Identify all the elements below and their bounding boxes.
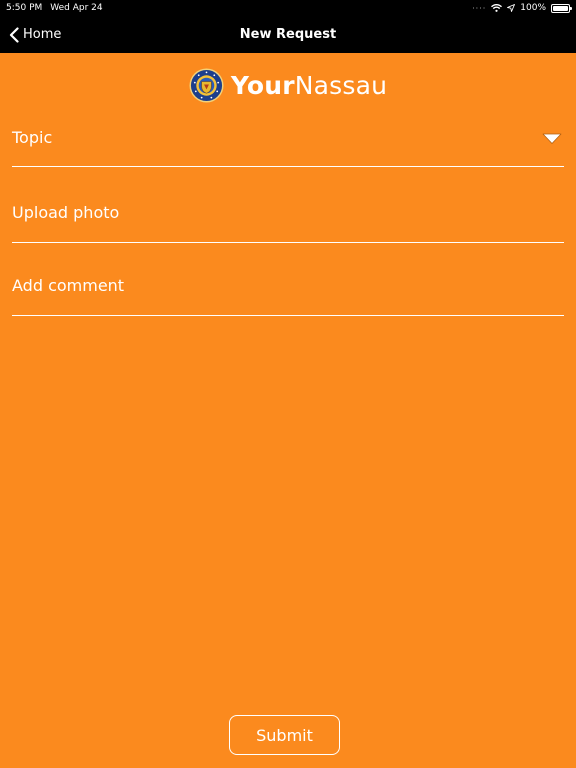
location-arrow-icon <box>507 4 516 12</box>
topic-placeholder: Topic <box>12 128 53 147</box>
logo-text-strong: Your <box>230 70 295 100</box>
logo-text-light: Nassau <box>294 70 388 100</box>
form-area: YourNassau Topic Upload photo Add commen… <box>0 53 576 768</box>
status-date: Wed Apr 24 <box>50 3 103 13</box>
wifi-icon <box>491 4 503 12</box>
upload-photo-placeholder: Upload photo <box>12 203 120 222</box>
app-logo-text: YourNassau <box>231 71 387 100</box>
status-bar: 5:50 PM Wed Apr 24 ···· 100% <box>0 0 576 16</box>
battery-icon <box>551 3 572 13</box>
battery-percent: 100% <box>520 3 546 13</box>
status-time: 5:50 PM <box>6 3 43 13</box>
signal-dots-icon: ···· <box>472 3 487 13</box>
upload-photo-field[interactable]: Upload photo <box>12 200 564 243</box>
nav-bar: Home New Request <box>0 16 576 53</box>
chevron-left-icon <box>9 26 19 43</box>
comment-field[interactable]: Add comment <box>12 275 564 316</box>
comment-placeholder: Add comment <box>12 276 125 295</box>
back-button-label: Home <box>23 27 62 42</box>
page-title: New Request <box>239 27 337 42</box>
county-seal-icon <box>189 67 224 103</box>
back-button[interactable]: Home <box>9 16 61 53</box>
dropdown-triangle-icon <box>542 133 562 144</box>
app-logo: YourNassau <box>0 67 576 103</box>
submit-button[interactable]: Submit <box>229 715 340 755</box>
topic-select[interactable]: Topic <box>12 123 564 167</box>
